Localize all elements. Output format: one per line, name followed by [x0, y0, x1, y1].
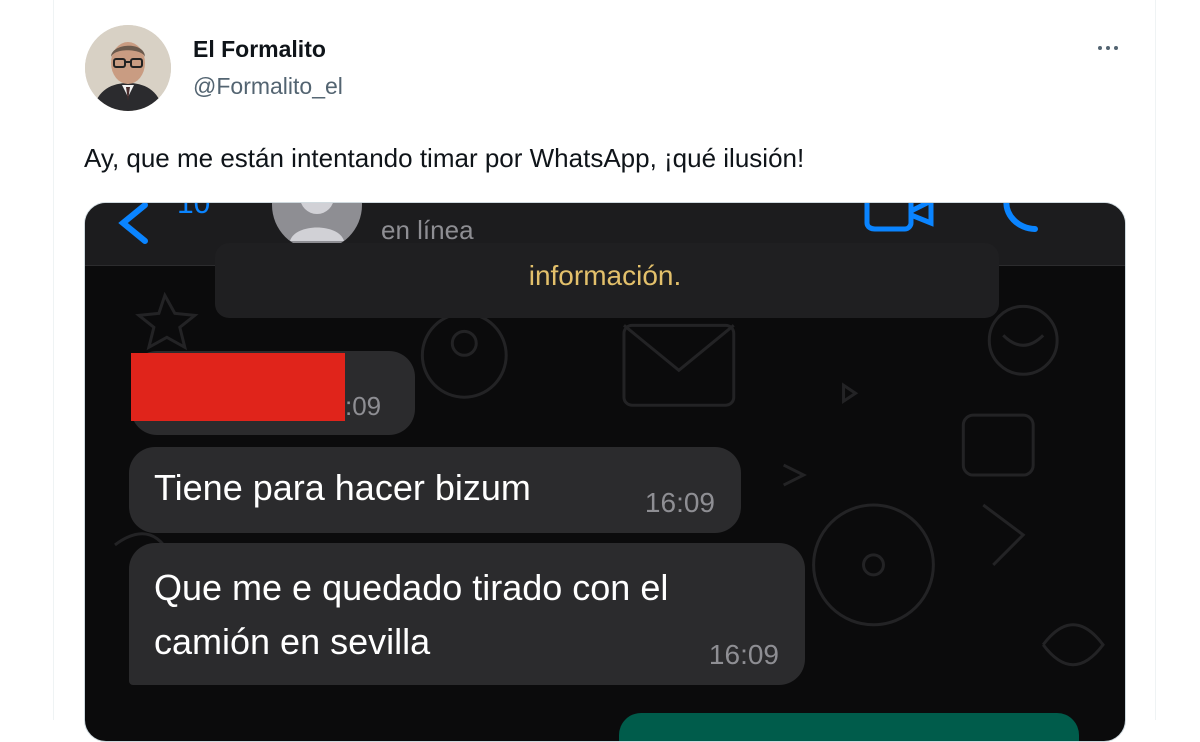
message-time: 16:09	[708, 639, 779, 670]
more-dot	[1098, 46, 1102, 50]
incoming-message[interactable]: Tiene para hacer bizum 16:09	[129, 447, 741, 533]
author-handle[interactable]: @Formalito_el	[193, 73, 343, 100]
system-message-text: información.	[528, 260, 682, 291]
contact-status: en línea	[381, 215, 474, 245]
tweet-text: Ay, que me están intentando timar por Wh…	[84, 143, 805, 173]
tweet-media-screenshot[interactable]: 10 en línea información. :09 Tiene para …	[84, 202, 1126, 742]
message-line: Que me e quedado tirado con el	[154, 567, 669, 608]
phone-call-icon	[1003, 203, 1038, 232]
incoming-message[interactable]: Que me e quedado tirado con el camión en…	[129, 543, 805, 685]
video-call-icon	[864, 203, 914, 232]
message-line: camión en sevilla	[154, 621, 431, 662]
back-count[interactable]: 10	[177, 203, 210, 221]
back-chevron-icon	[118, 203, 148, 244]
author-name[interactable]: El Formalito	[193, 36, 326, 63]
more-dot	[1106, 46, 1110, 50]
more-options-icon[interactable]	[1092, 38, 1124, 58]
author-avatar[interactable]	[85, 25, 171, 111]
outgoing-message-bubble[interactable]	[619, 713, 1079, 741]
more-dot	[1114, 46, 1118, 50]
redaction-box	[131, 353, 345, 421]
message-text: Tiene para hacer bizum	[154, 467, 531, 508]
message-time: 16:09	[644, 487, 715, 518]
message-text: Que me e quedado tirado con el camión en…	[154, 561, 668, 669]
message-time: :09	[345, 391, 382, 421]
incoming-message-redacted[interactable]: :09	[131, 351, 415, 435]
